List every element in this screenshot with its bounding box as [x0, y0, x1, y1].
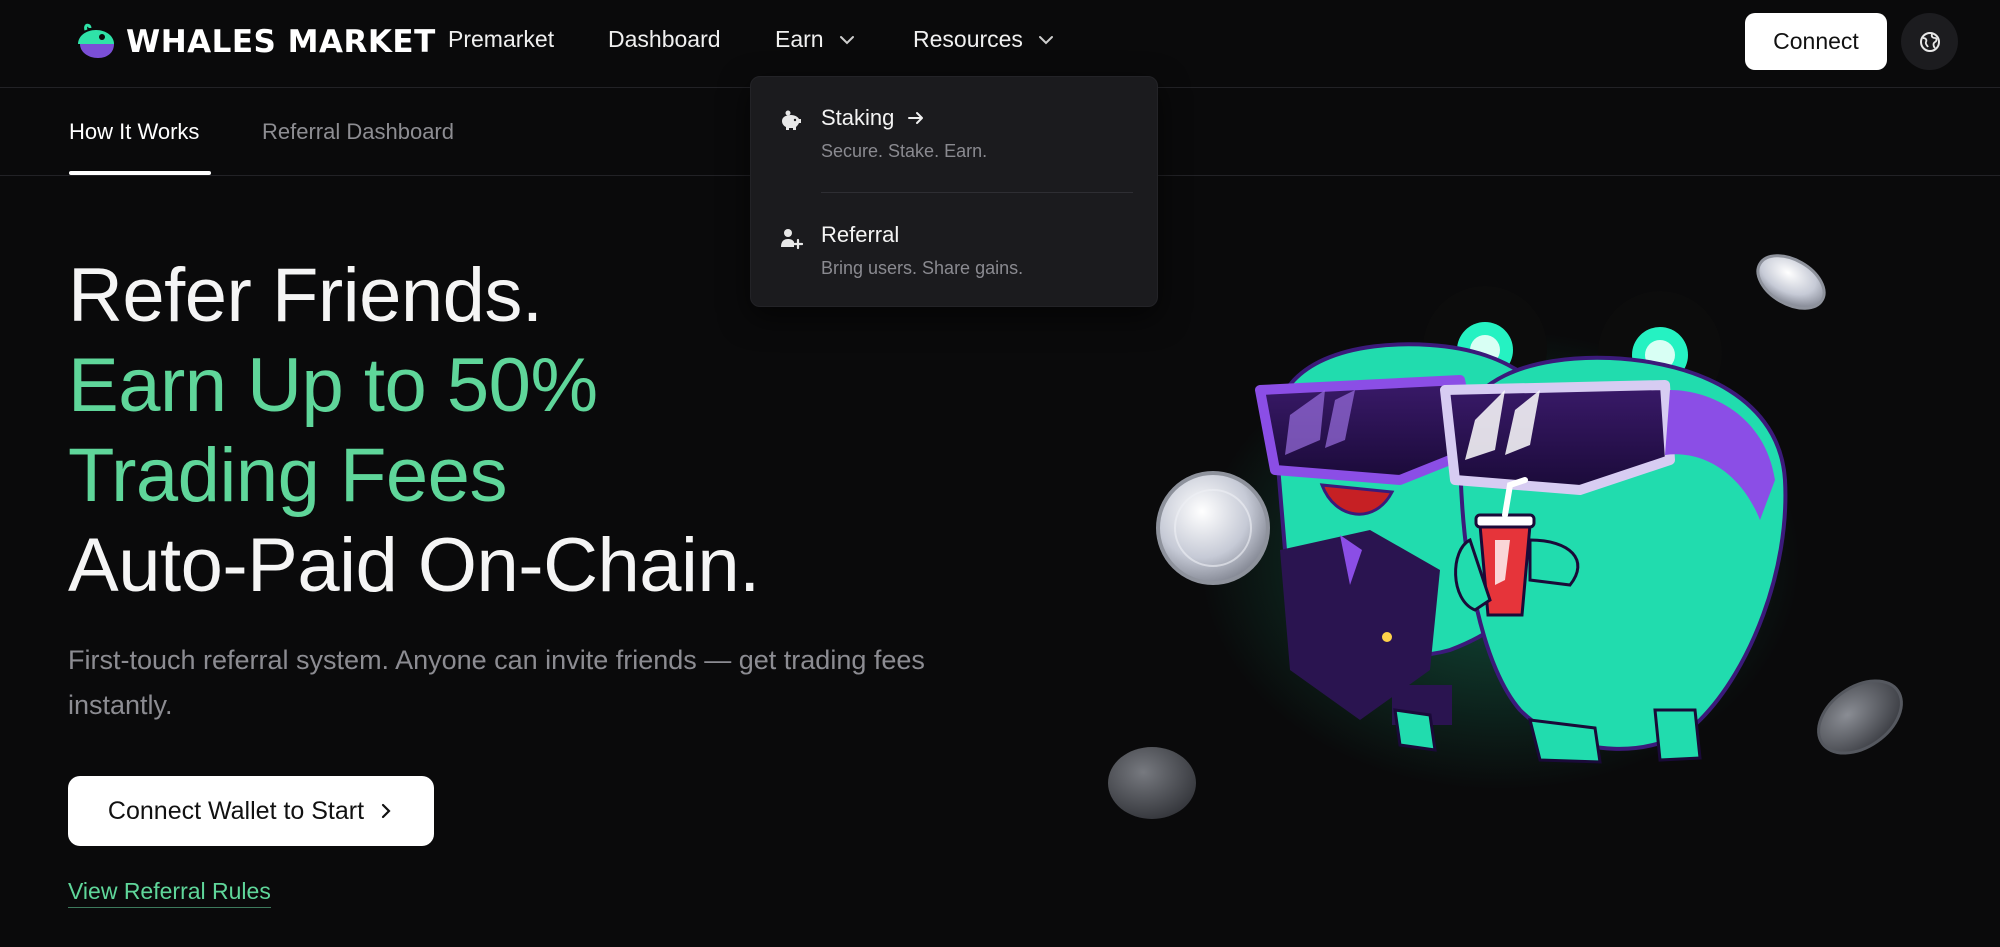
hero-title-line-2: Earn Up to 50% — [68, 343, 598, 428]
arrow-right-icon — [908, 112, 924, 124]
mascot-illustration — [1108, 254, 1903, 819]
hero-title-line-3: Trading Fees — [68, 433, 507, 518]
nav-dashboard[interactable]: Dashboard — [608, 26, 721, 53]
nav-resources-label: Resources — [913, 26, 1023, 52]
earn-dropdown-menu: Staking Secure. Stake. Earn. Referral Br… — [750, 76, 1158, 307]
referral-title: Referral — [821, 222, 899, 248]
brand-logo[interactable]: WHALES MARKET — [74, 20, 436, 64]
nav-premarket-label: Premarket — [448, 26, 555, 52]
whale-logo-icon — [78, 23, 114, 58]
chevron-down-icon — [1038, 35, 1053, 44]
brand-name: WHALES MARKET — [126, 24, 436, 60]
chevron-down-icon — [839, 35, 854, 44]
coin-bottom-right — [1817, 679, 1903, 755]
referral-title-label: Referral — [821, 222, 900, 247]
connect-button[interactable]: Connect — [1745, 13, 1887, 70]
connect-wallet-label: Connect Wallet to Start — [107, 796, 365, 825]
nav-earn[interactable]: Earn — [775, 26, 856, 53]
user-plus-icon — [781, 229, 803, 250]
staking-subtitle: Secure. Stake. Earn. — [821, 141, 988, 161]
piggy-bank-icon — [782, 110, 801, 130]
nav-resources[interactable]: Resources — [913, 26, 1055, 53]
coin-bottom-left — [1108, 747, 1196, 819]
referral-subtitle: Bring users. Share gains. — [821, 258, 1024, 278]
chevron-right-icon — [381, 803, 391, 819]
nav-dashboard-label: Dashboard — [608, 26, 721, 52]
menu-item-referral[interactable]: Referral Bring users. Share gains. — [779, 222, 1139, 282]
active-tab-indicator — [69, 171, 211, 175]
staking-title-label: Staking — [821, 105, 895, 130]
nav-earn-label: Earn — [775, 26, 824, 52]
hero-title-line-4: Auto-Paid On-Chain. — [68, 523, 760, 608]
nav-premarket[interactable]: Premarket — [448, 26, 554, 53]
menu-item-staking[interactable]: Staking Secure. Stake. Earn. — [779, 105, 1139, 165]
hero-description: First-touch referral system. Anyone can … — [68, 645, 925, 720]
staking-title: Staking — [821, 105, 926, 131]
globe-icon — [1919, 31, 1940, 52]
coin-top-right — [1756, 254, 1826, 310]
tab-how-it-works[interactable]: How It Works — [69, 119, 199, 145]
tab-referral-dashboard[interactable]: Referral Dashboard — [262, 119, 454, 145]
connect-wallet-button[interactable]: Connect Wallet to Start — [68, 776, 434, 846]
top-navigation: WHALES MARKET Premarket Dashboard Earn R… — [0, 0, 2000, 88]
hero-title-line-1: Refer Friends. — [68, 253, 543, 338]
language-button[interactable] — [1901, 13, 1958, 70]
menu-divider — [821, 192, 1133, 193]
view-referral-rules-link[interactable]: View Referral Rules — [68, 878, 271, 908]
